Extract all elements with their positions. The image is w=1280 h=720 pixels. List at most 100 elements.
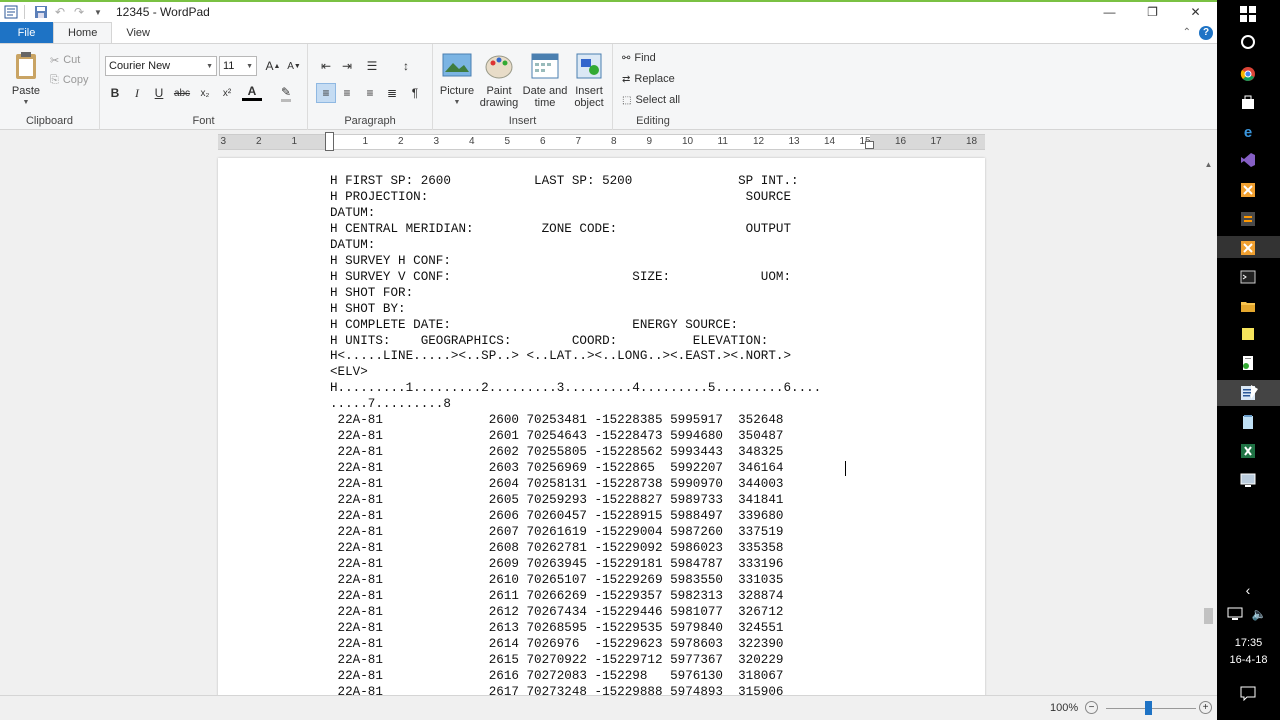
document-line[interactable]: 22A-81 2610 70265107 -15229269 5983550 3… xyxy=(330,573,821,589)
right-indent-marker[interactable] xyxy=(865,141,874,149)
document-line[interactable]: 22A-81 2613 70268595 -15229535 5979840 3… xyxy=(330,621,821,637)
document-line[interactable]: 22A-81 2616 70272083 -152298 5976130 318… xyxy=(330,669,821,685)
zoom-out-button[interactable]: − xyxy=(1085,701,1098,714)
document-line[interactable]: 22A-81 2601 70254643 -15228473 5994680 3… xyxy=(330,429,821,445)
restore-button[interactable]: ❐ xyxy=(1131,2,1174,22)
document-line[interactable]: H SHOT FOR: xyxy=(330,286,821,302)
clock-time[interactable]: 17:35 xyxy=(1217,637,1280,649)
ruler[interactable]: 321123456789101112131415161718 xyxy=(218,132,985,151)
document-line[interactable]: <ELV> xyxy=(330,365,821,381)
vertical-scrollbar[interactable]: ▲ xyxy=(1200,154,1217,695)
document-line[interactable]: 22A-81 2615 70270922 -15229712 5977367 3… xyxy=(330,653,821,669)
line-spacing-icon[interactable]: ↕ xyxy=(396,56,416,76)
tab-file[interactable]: File xyxy=(0,22,53,43)
document-line[interactable]: DATUM: xyxy=(330,238,821,254)
app-icon-orange[interactable] xyxy=(1240,182,1256,198)
bullet-list-icon[interactable]: ☰ xyxy=(362,56,382,76)
remote-desktop-icon[interactable] xyxy=(1240,472,1256,488)
document-line[interactable]: 22A-81 2605 70259293 -15228827 5989733 3… xyxy=(330,493,821,509)
visual-studio-icon[interactable] xyxy=(1240,152,1256,168)
document-line[interactable]: 22A-81 2614 7026976 -15229623 5978603 32… xyxy=(330,637,821,653)
store-icon[interactable] xyxy=(1240,95,1256,111)
document-line[interactable]: H.........1.........2.........3.........… xyxy=(330,381,821,397)
close-button[interactable]: ✕ xyxy=(1174,2,1217,22)
redo-icon[interactable]: ↷ xyxy=(71,4,87,20)
insert-object-button[interactable]: Insert object xyxy=(569,50,609,109)
document-line[interactable]: 22A-81 2612 70267434 -15229446 5981077 3… xyxy=(330,605,821,621)
document-line[interactable]: H SURVEY H CONF: xyxy=(330,254,821,270)
align-right-icon[interactable]: ≡ xyxy=(360,83,380,103)
notepad-icon[interactable] xyxy=(1240,414,1256,430)
document-line[interactable]: 22A-81 2602 70255805 -15228562 5993443 3… xyxy=(330,445,821,461)
tab-home[interactable]: Home xyxy=(53,22,113,43)
find-button[interactable]: ⚯ Find xyxy=(622,48,656,68)
collapse-ribbon-icon[interactable]: ⌃ xyxy=(1183,27,1191,38)
sticky-notes-icon[interactable] xyxy=(1240,326,1256,342)
document-line[interactable]: .....7.........8 xyxy=(330,397,821,413)
document-line[interactable]: H COMPLETE DATE: ENERGY SOURCE: xyxy=(330,318,821,334)
sublime-text-icon[interactable] xyxy=(1240,211,1256,227)
left-indent-marker[interactable] xyxy=(325,132,334,151)
chevron-left-icon[interactable]: ‹ xyxy=(1240,582,1256,598)
document-line[interactable]: H FIRST SP: 2600 LAST SP: 5200 SP INT.: xyxy=(330,174,821,190)
action-center-icon[interactable] xyxy=(1240,685,1256,701)
superscript-button[interactable]: x² xyxy=(217,83,237,103)
minimize-button[interactable]: — xyxy=(1088,2,1131,22)
excel-icon[interactable] xyxy=(1240,443,1256,459)
document-line[interactable]: 22A-81 2607 70261619 -15229004 5987260 3… xyxy=(330,525,821,541)
edge-icon[interactable]: e xyxy=(1240,124,1256,141)
document-line[interactable]: 22A-81 2617 70273248 -15229888 5974893 3… xyxy=(330,685,821,696)
app-icon-orange-active[interactable] xyxy=(1240,240,1256,256)
select-all-button[interactable]: ⬚ Select all xyxy=(622,90,680,110)
document-line[interactable]: H<.....LINE.....><..SP..> <..LAT..><..LO… xyxy=(330,349,821,365)
align-center-icon[interactable]: ≡ xyxy=(337,83,357,103)
save-icon[interactable] xyxy=(33,4,49,20)
windows-start-icon[interactable] xyxy=(1240,6,1256,22)
document-line[interactable]: H CENTRAL MERIDIAN: ZONE CODE: OUTPUT xyxy=(330,222,821,238)
document-text[interactable]: H FIRST SP: 2600 LAST SP: 5200 SP INT.: H… xyxy=(330,174,821,695)
zoom-slider-thumb[interactable] xyxy=(1145,701,1152,715)
strikethrough-button[interactable]: abc xyxy=(172,83,192,103)
chrome-icon[interactable] xyxy=(1240,66,1256,82)
zoom-in-button[interactable]: + xyxy=(1199,701,1212,714)
document-line[interactable]: 22A-81 2604 70258131 -15228738 5990970 3… xyxy=(330,477,821,493)
clock-date[interactable]: 16-4-18 xyxy=(1217,654,1280,666)
justify-icon[interactable]: ≣ xyxy=(382,83,402,103)
italic-button[interactable]: I xyxy=(127,83,147,103)
replace-button[interactable]: ⇄ Replace xyxy=(622,69,675,89)
cortana-icon[interactable] xyxy=(1240,34,1256,50)
tab-view[interactable]: View xyxy=(112,22,164,43)
document-line[interactable]: H UNITS: GEOGRAPHICS: COORD: ELEVATION: xyxy=(330,334,821,350)
font-size-select[interactable]: 11 ▼ xyxy=(219,56,257,76)
underline-button[interactable]: U xyxy=(149,83,169,103)
paste-button[interactable]: Paste ▼ xyxy=(8,50,44,109)
subscript-button[interactable]: x₂ xyxy=(195,83,215,103)
document-line[interactable]: DATUM: xyxy=(330,206,821,222)
paragraph-settings-icon[interactable]: ¶ xyxy=(405,83,425,103)
align-left-icon[interactable]: ≡ xyxy=(316,83,336,103)
document-line[interactable]: H PROJECTION: SOURCE xyxy=(330,190,821,206)
copy-button[interactable]: ⎘ Copy xyxy=(50,70,89,90)
grow-font-button[interactable]: A ▲ xyxy=(263,56,283,76)
scroll-thumb[interactable] xyxy=(1204,608,1213,624)
highlight-color-button[interactable]: ✎ xyxy=(276,83,296,103)
customize-quick-access-icon[interactable]: ▼ xyxy=(90,4,106,20)
app-icon-script[interactable] xyxy=(1240,355,1256,371)
decrease-indent-icon[interactable]: ⇤ xyxy=(316,56,336,76)
scroll-up-icon[interactable]: ▲ xyxy=(1200,156,1217,173)
command-prompt-icon[interactable] xyxy=(1240,269,1256,285)
document-line[interactable]: 22A-81 2609 70263945 -15229181 5984787 3… xyxy=(330,557,821,573)
shrink-font-button[interactable]: A ▼ xyxy=(284,56,304,76)
document-line[interactable]: 22A-81 2603 70256969 -1522865 5992207 34… xyxy=(330,461,821,477)
wordpad-app-icon[interactable] xyxy=(3,4,19,20)
help-icon[interactable]: ? xyxy=(1199,25,1213,40)
document-line[interactable]: H SHOT BY: xyxy=(330,302,821,318)
document-line[interactable]: 22A-81 2606 70260457 -15228915 5988497 3… xyxy=(330,509,821,525)
increase-indent-icon[interactable]: ⇥ xyxy=(337,56,357,76)
font-family-select[interactable]: Courier New ▼ xyxy=(105,56,217,76)
paste-dropdown-icon[interactable]: ▼ xyxy=(23,97,30,109)
document-page[interactable]: H FIRST SP: 2600 LAST SP: 5200 SP INT.: H… xyxy=(218,158,985,695)
undo-icon[interactable]: ↶ xyxy=(52,4,68,20)
cut-button[interactable]: ✂ Cut xyxy=(50,50,80,70)
paint-drawing-button[interactable]: Paint drawing xyxy=(477,50,521,109)
